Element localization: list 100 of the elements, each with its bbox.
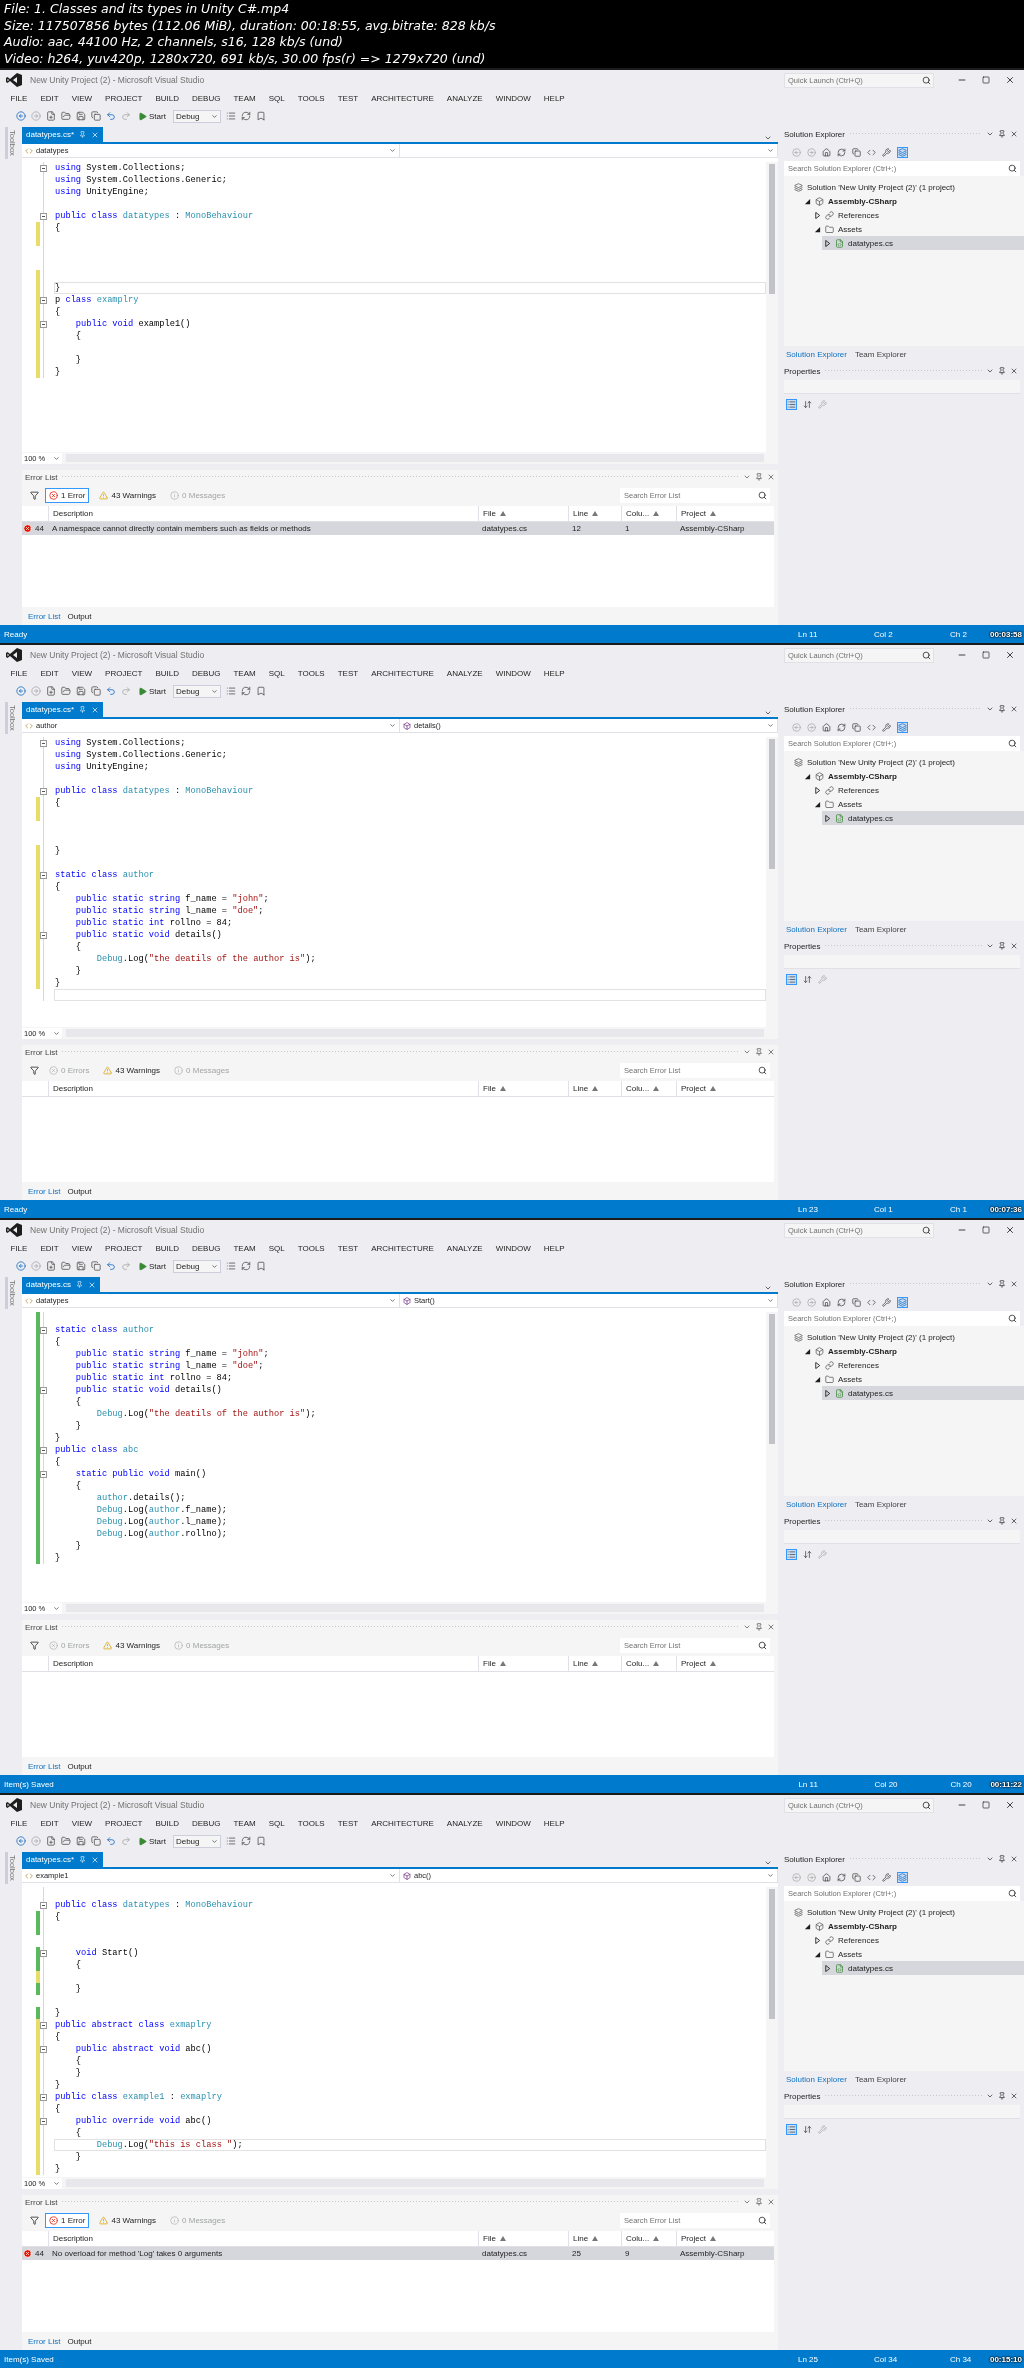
pin-icon[interactable] (998, 1855, 1006, 1863)
start-button[interactable]: Start (136, 1834, 168, 1848)
menu-item[interactable]: ANALYZE (440, 666, 490, 681)
categorized-icon[interactable] (787, 399, 796, 409)
filter-button[interactable]: 43 Warnings (95, 2212, 161, 2228)
column-header[interactable]: File (478, 1656, 568, 1671)
menu-item[interactable]: TEAM (226, 1241, 263, 1256)
close-icon[interactable] (767, 1623, 775, 1631)
column-header[interactable]: File (478, 1081, 568, 1096)
filter-icon[interactable] (30, 2215, 39, 2225)
tree-item[interactable]: Solution 'New Unity Project (2)' (1 project) (792, 1330, 1024, 1344)
document-tab[interactable]: datatypes.cs* (22, 127, 104, 142)
tree-item[interactable]: datatypes.cs (822, 1961, 1024, 1975)
tree-item[interactable]: References (812, 783, 1024, 797)
filter-icon[interactable] (30, 1640, 39, 1650)
copy-icon[interactable] (852, 1872, 861, 1882)
close-icon[interactable] (1010, 705, 1018, 713)
menu-item[interactable]: EDIT (33, 1816, 66, 1831)
menu-item[interactable]: TEST (331, 1241, 365, 1256)
menu-item[interactable]: ANALYZE (440, 1816, 490, 1831)
menu-item[interactable]: HELP (537, 1816, 572, 1831)
pin-icon[interactable] (755, 473, 763, 481)
collapse-icon[interactable] (40, 1901, 47, 1909)
back-icon[interactable] (16, 111, 26, 121)
dropdown-caret-icon[interactable] (743, 1048, 751, 1056)
collapsed-arrow-icon[interactable] (824, 1964, 831, 1972)
code-icon[interactable] (867, 147, 876, 157)
pin-icon[interactable] (79, 706, 87, 713)
tree-item[interactable]: datatypes.cs (822, 1386, 1024, 1400)
menu-item[interactable]: BUILD (148, 666, 186, 681)
refresh-icon[interactable] (240, 1261, 251, 1271)
tree-item[interactable]: Assembly-CSharp (802, 1344, 1024, 1358)
column-header[interactable]: Description (48, 506, 478, 521)
collapse-icon[interactable] (40, 2045, 47, 2053)
collapse-icon[interactable] (40, 1470, 47, 1478)
configuration-dropdown[interactable]: Debug (172, 684, 221, 698)
refresh-icon[interactable] (240, 686, 251, 696)
sync-icon[interactable] (898, 147, 907, 157)
panel-tab[interactable]: Error List (26, 1186, 63, 1196)
tree-item[interactable]: References (812, 1358, 1024, 1372)
pin-icon[interactable] (755, 2198, 763, 2206)
panel-tab[interactable]: Team Explorer (852, 924, 909, 934)
pin-icon[interactable] (755, 1623, 763, 1631)
dropdown-caret-icon[interactable] (764, 134, 772, 142)
menu-item[interactable]: ARCHITECTURE (364, 91, 441, 106)
filter-icon[interactable] (30, 490, 39, 500)
menu-item[interactable]: TEST (331, 91, 365, 106)
bookmark-icon[interactable] (255, 686, 266, 696)
menu-item[interactable]: TEST (331, 1816, 365, 1831)
pin-icon[interactable] (75, 1281, 83, 1288)
column-header[interactable]: File (478, 506, 568, 521)
dropdown-caret-icon[interactable] (743, 473, 751, 481)
wrench-icon[interactable] (882, 1297, 891, 1307)
collapsed-arrow-icon[interactable] (824, 1389, 831, 1397)
pin-icon[interactable] (998, 367, 1006, 375)
configuration-dropdown[interactable]: Debug (172, 1834, 221, 1848)
tree-item[interactable]: Assembly-CSharp (802, 194, 1024, 208)
pin-icon[interactable] (79, 1856, 87, 1863)
panel-tab[interactable]: Output (65, 1761, 94, 1771)
filter-button[interactable]: 43 Warnings (95, 487, 161, 503)
filter-button[interactable]: 43 Warnings (99, 1062, 165, 1078)
pin-icon[interactable] (998, 1517, 1006, 1525)
collapse-icon[interactable] (40, 1949, 47, 1957)
scrollbar[interactable] (766, 1887, 778, 2177)
collapsed-arrow-icon[interactable] (814, 211, 821, 219)
start-button[interactable]: Start (136, 109, 168, 123)
menu-item[interactable]: FILE (4, 1241, 34, 1256)
menu-item[interactable]: WINDOW (489, 666, 538, 681)
filter-button[interactable]: 1 Error (45, 487, 90, 503)
dropdown-caret-icon[interactable] (764, 1859, 772, 1867)
back-icon[interactable] (16, 1836, 26, 1846)
panel-tab[interactable]: Error List (26, 2336, 63, 2346)
dropdown-caret-icon[interactable] (743, 1623, 751, 1631)
error-row[interactable]: 44 A namespace cannot directly contain members such as fields or methods datatypes.cs 12 1 Assembly-CSharp (22, 522, 774, 535)
menu-item[interactable]: FILE (4, 1816, 34, 1831)
categorized-icon[interactable] (787, 1549, 796, 1559)
scrollbar[interactable] (766, 162, 778, 452)
collapse-icon[interactable] (40, 931, 47, 939)
close-icon[interactable] (87, 1280, 96, 1289)
column-header[interactable]: Line (568, 2231, 621, 2246)
dropdown-caret-icon[interactable] (986, 942, 994, 950)
dropdown-caret-icon[interactable] (986, 2092, 994, 2100)
pin-icon[interactable] (755, 1048, 763, 1056)
categorized-icon[interactable] (787, 974, 796, 984)
menu-item[interactable]: TEAM (226, 666, 263, 681)
sort-icon[interactable] (803, 974, 812, 984)
collapse-icon[interactable] (40, 2093, 47, 2101)
refresh-icon[interactable] (837, 1297, 846, 1307)
pin-icon[interactable] (998, 705, 1006, 713)
expanded-arrow-icon[interactable] (804, 197, 811, 205)
panel-tab[interactable]: Solution Explorer (784, 924, 849, 934)
open-folder-icon[interactable] (61, 1836, 71, 1846)
scrollbar-thumb[interactable] (769, 164, 775, 294)
home-icon[interactable] (822, 147, 831, 157)
home-icon[interactable] (822, 722, 831, 732)
open-folder-icon[interactable] (61, 686, 71, 696)
pin-icon[interactable] (998, 130, 1006, 138)
column-header[interactable]: Colu... (621, 1081, 676, 1096)
tree-item[interactable]: Assets (812, 1947, 1024, 1961)
menu-item[interactable]: DEBUG (185, 666, 227, 681)
